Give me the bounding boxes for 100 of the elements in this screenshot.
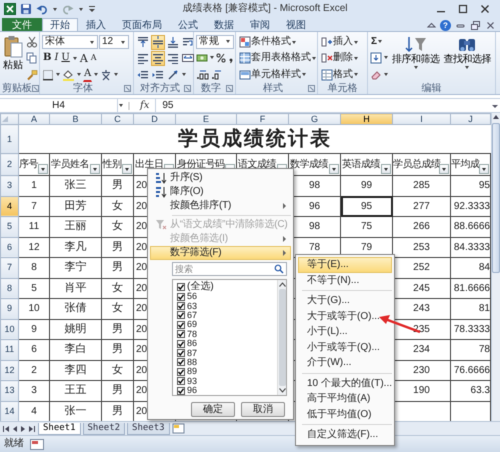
- ribbon-tab[interactable]: 页面布局: [114, 18, 170, 31]
- ribbon-tab[interactable]: 公式: [170, 18, 206, 31]
- caret-icon[interactable]: [56, 73, 60, 76]
- caret-icon[interactable]: [121, 40, 125, 44]
- vertical-scrollbar[interactable]: [491, 113, 500, 421]
- checkbox[interactable]: [177, 282, 185, 290]
- cut-icon[interactable]: [26, 36, 38, 48]
- row-header[interactable]: 14: [0, 401, 18, 422]
- menu-item[interactable]: 大于或等于(O)...: [298, 308, 392, 324]
- row-header[interactable]: 12: [0, 360, 18, 380]
- grow-font-button[interactable]: A: [78, 50, 89, 66]
- caret-icon[interactable]: [53, 8, 57, 10]
- help-button[interactable]: ?: [440, 20, 451, 31]
- top-align-button[interactable]: [136, 34, 150, 50]
- scrollbar-thumb[interactable]: [278, 289, 286, 386]
- menu-item[interactable]: 大于(G)...: [298, 293, 392, 308]
- close-icon[interactable]: [478, 3, 492, 15]
- cancel-button[interactable]: 取消: [241, 402, 285, 417]
- caret-icon[interactable]: [90, 40, 94, 44]
- dialog-launcher-icon[interactable]: [226, 85, 233, 92]
- close-icon[interactable]: [485, 20, 496, 31]
- filter-dropdown-button[interactable]: [122, 164, 132, 174]
- function-button[interactable]: fx: [134, 100, 156, 112]
- customize-icon[interactable]: [88, 3, 96, 15]
- column-header[interactable]: G: [288, 114, 340, 124]
- bold-button[interactable]: B: [42, 50, 52, 66]
- insert-sheet-icon[interactable]: [172, 423, 186, 434]
- currency-icon[interactable]: [196, 52, 208, 64]
- caret-icon[interactable]: [94, 73, 98, 76]
- menu-item[interactable]: 小于或等于(Q)...: [298, 340, 392, 355]
- dialog-launcher-icon[interactable]: [32, 85, 39, 92]
- checkbox[interactable]: [177, 386, 185, 395]
- next-sheet-icon[interactable]: [20, 424, 26, 432]
- filter-dropdown-button[interactable]: [381, 164, 391, 174]
- menu-item[interactable]: 小于(L)...: [298, 324, 392, 340]
- format-cells-button[interactable]: 格式: [320, 67, 360, 82]
- menu-item[interactable]: 不等于(N)...: [298, 272, 392, 288]
- delete-cells-button[interactable]: 删除: [320, 50, 360, 66]
- column-header[interactable]: I: [392, 114, 450, 124]
- dialog-launcher-icon[interactable]: [184, 85, 191, 92]
- autosum-button[interactable]: Σ: [370, 34, 389, 50]
- column-header[interactable]: D: [134, 114, 176, 124]
- center-button[interactable]: [151, 50, 165, 66]
- checkbox[interactable]: [177, 358, 185, 366]
- checkbox[interactable]: [177, 377, 185, 386]
- caret-icon[interactable]: [226, 40, 230, 43]
- italic-button[interactable]: I: [53, 50, 60, 66]
- menu-item[interactable]: 高于平均值(A): [298, 391, 392, 406]
- caret-icon[interactable]: [72, 56, 77, 60]
- filter-dropdown-button[interactable]: [329, 164, 339, 174]
- fill-icon[interactable]: [370, 52, 382, 64]
- sheet-tab[interactable]: Sheet2: [82, 422, 126, 434]
- menu-item[interactable]: 数字筛选(F): [150, 246, 291, 260]
- row-header[interactable]: 1: [0, 124, 18, 154]
- row-header[interactable]: 13: [0, 380, 18, 401]
- filter-dropdown-button[interactable]: [90, 164, 100, 174]
- column-header[interactable]: C: [102, 114, 134, 124]
- format-as-table-button[interactable]: 套用表格格式: [238, 50, 318, 66]
- ribbon-tab[interactable]: 视图: [278, 18, 314, 31]
- checkbox[interactable]: [177, 320, 185, 329]
- caret-icon[interactable]: [384, 73, 388, 76]
- checkbox[interactable]: [177, 340, 185, 348]
- column-header[interactable]: H: [340, 114, 392, 124]
- spreadsheet-icon[interactable]: [4, 3, 16, 15]
- ribbon-tab[interactable]: 插入: [78, 18, 114, 31]
- column-header[interactable]: J: [450, 114, 490, 124]
- shrink-font-button[interactable]: A: [90, 50, 98, 66]
- save-icon[interactable]: [20, 3, 32, 15]
- caret-icon[interactable]: [210, 56, 214, 59]
- conditional-formatting-button[interactable]: 条件格式: [238, 34, 318, 50]
- caret-icon[interactable]: [119, 104, 123, 107]
- caret-icon[interactable]: [182, 73, 186, 76]
- copy-icon[interactable]: [26, 52, 38, 64]
- column-header[interactable]: A: [18, 114, 50, 124]
- sort-filter-button[interactable]: 排序和筛选: [391, 34, 440, 83]
- caret-icon[interactable]: [77, 73, 81, 76]
- caret-icon[interactable]: [384, 56, 388, 60]
- filter-dropdown-button[interactable]: [38, 164, 48, 174]
- row-header[interactable]: 5: [0, 216, 18, 237]
- previous-sheet-icon[interactable]: [12, 424, 18, 432]
- caret-icon[interactable]: [79, 8, 83, 10]
- file-tab[interactable]: 文件: [2, 18, 42, 31]
- row-header[interactable]: 7: [0, 258, 18, 278]
- menu-item[interactable]: 自定义筛选(F)...: [298, 427, 392, 442]
- borders-icon[interactable]: [42, 68, 54, 81]
- checkbox[interactable]: [177, 349, 185, 358]
- row-header[interactable]: 4: [0, 196, 18, 216]
- undo-icon[interactable]: [36, 3, 48, 15]
- checkbox[interactable]: [177, 311, 185, 320]
- checkbox[interactable]: [177, 302, 185, 310]
- checkbox[interactable]: [177, 330, 185, 338]
- menu-item[interactable]: 介于(W)...: [298, 355, 392, 370]
- menu-item[interactable]: 10 个最大的值(T)...: [298, 376, 392, 391]
- menu-item[interactable]: 等于(E)...: [298, 257, 392, 272]
- ribbon-tab[interactable]: 数据: [206, 18, 242, 31]
- underline-button[interactable]: U: [60, 50, 71, 66]
- ribbon-tab[interactable]: 开始: [42, 18, 78, 31]
- column-header[interactable]: F: [236, 114, 288, 124]
- font-size-dropdown[interactable]: 12: [99, 35, 129, 50]
- ribbon-tab[interactable]: 审阅: [242, 18, 278, 31]
